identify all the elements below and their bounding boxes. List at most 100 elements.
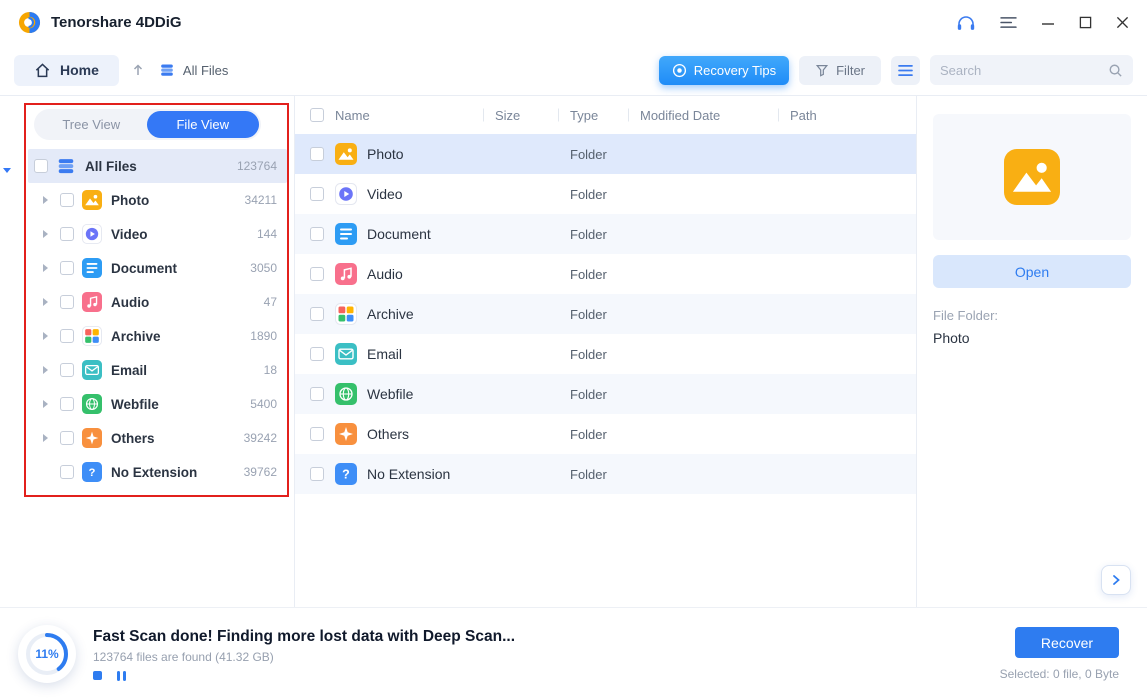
table-row-no-extension[interactable]: ?No ExtensionFolder [295, 454, 916, 494]
sidebar-item-label: Others [111, 431, 155, 446]
expand-caret-icon[interactable] [38, 363, 52, 377]
photo-icon [335, 143, 367, 165]
support-headset-icon[interactable] [956, 14, 976, 32]
expand-caret-icon[interactable] [38, 329, 52, 343]
checkbox[interactable] [310, 467, 324, 481]
menu-icon[interactable] [1000, 16, 1017, 29]
table-row-email[interactable]: EmailFolder [295, 334, 916, 374]
checkbox[interactable] [310, 347, 324, 361]
tree-expand-caret-icon[interactable] [3, 168, 11, 173]
checkbox[interactable] [60, 431, 74, 445]
checkbox[interactable] [60, 397, 74, 411]
main-content: Tree View File View All Files123764Photo… [0, 95, 1147, 608]
sidebar-item-all-files[interactable]: All Files123764 [28, 149, 287, 183]
view-tabs: Tree View File View [34, 109, 261, 140]
table-row-archive[interactable]: ArchiveFolder [295, 294, 916, 334]
sidebar-item-webfile[interactable]: Webfile5400 [28, 387, 287, 421]
sidebar-item-photo[interactable]: Photo34211 [28, 183, 287, 217]
preview-card [933, 114, 1131, 240]
status-bar: 11% Fast Scan done! Finding more lost da… [0, 608, 1147, 700]
checkbox[interactable] [34, 159, 48, 173]
tab-tree-view[interactable]: Tree View [36, 111, 148, 138]
table-row-video[interactable]: VideoFolder [295, 174, 916, 214]
checkbox[interactable] [310, 267, 324, 281]
sidebar-item-document[interactable]: Document3050 [28, 251, 287, 285]
filter-button[interactable]: Filter [799, 56, 881, 85]
checkbox[interactable] [60, 295, 74, 309]
row-name: Audio [367, 266, 495, 282]
checkbox[interactable] [310, 147, 324, 161]
breadcrumb[interactable]: All Files [159, 62, 229, 78]
sidebar-item-others[interactable]: Others39242 [28, 421, 287, 455]
table-row-photo[interactable]: PhotoFolder [295, 134, 916, 174]
recovery-tips-button[interactable]: Recovery Tips [659, 56, 789, 85]
checkbox[interactable] [310, 307, 324, 321]
checkbox[interactable] [60, 363, 74, 377]
list-view-toggle-button[interactable] [891, 56, 920, 85]
search-icon[interactable] [1108, 63, 1123, 78]
checkbox[interactable] [310, 227, 324, 241]
expand-caret-icon[interactable] [38, 397, 52, 411]
row-type: Folder [570, 267, 640, 282]
eye-icon [672, 63, 687, 78]
list-view-icon [898, 64, 913, 77]
file-info-label: File Folder: [933, 308, 998, 323]
email-icon [82, 360, 102, 380]
sidebar-item-count: 34211 [245, 193, 277, 207]
expand-caret-icon[interactable] [38, 261, 52, 275]
checkbox[interactable] [60, 193, 74, 207]
filter-funnel-icon [815, 63, 829, 77]
file-info: File Folder: Photo [933, 308, 998, 346]
checkbox[interactable] [60, 465, 74, 479]
checkbox[interactable] [60, 227, 74, 241]
tab-file-view[interactable]: File View [147, 111, 259, 138]
expand-caret-icon[interactable] [38, 227, 52, 241]
audio-icon [82, 292, 102, 312]
preview-panel: Open File Folder: Photo [916, 96, 1147, 608]
home-button-label: Home [60, 62, 99, 78]
expand-caret-icon[interactable] [38, 295, 52, 309]
open-button[interactable]: Open [933, 255, 1131, 288]
checkbox[interactable] [60, 329, 74, 343]
sidebar-item-count: 3050 [250, 261, 277, 275]
column-header-name[interactable]: Name [335, 108, 495, 123]
close-button[interactable] [1116, 16, 1129, 29]
column-header-type[interactable]: Type [570, 108, 640, 123]
recover-button[interactable]: Recover [1015, 627, 1119, 658]
svg-text:?: ? [342, 468, 350, 482]
up-level-icon[interactable] [131, 63, 145, 77]
sidebar: Tree View File View All Files123764Photo… [0, 96, 295, 608]
next-page-button[interactable] [1101, 565, 1131, 595]
expand-caret-icon[interactable] [38, 431, 52, 445]
home-button[interactable]: Home [14, 55, 119, 86]
checkbox[interactable] [310, 427, 324, 441]
table-row-others[interactable]: OthersFolder [295, 414, 916, 454]
sidebar-item-video[interactable]: Video144 [28, 217, 287, 251]
archive-icon [82, 326, 102, 346]
sidebar-item-no-extension[interactable]: ?No Extension39762 [28, 455, 287, 489]
email-icon [335, 343, 367, 365]
video-icon [335, 183, 367, 205]
sidebar-item-count: 144 [257, 227, 277, 241]
row-name: Archive [367, 306, 495, 322]
expand-caret-icon[interactable] [38, 193, 52, 207]
checkbox[interactable] [60, 261, 74, 275]
minimize-button[interactable] [1041, 16, 1055, 30]
table-row-document[interactable]: DocumentFolder [295, 214, 916, 254]
table-row-audio[interactable]: Audio Folder [295, 254, 916, 294]
maximize-button[interactable] [1079, 16, 1092, 29]
row-name: Photo [367, 146, 495, 162]
checkbox[interactable] [310, 187, 324, 201]
row-checkbox-cell [295, 227, 335, 241]
column-header-modified-date[interactable]: Modified Date [640, 108, 790, 123]
sidebar-item-email[interactable]: Email18 [28, 353, 287, 387]
sidebar-item-archive[interactable]: Archive1890 [28, 319, 287, 353]
pause-scan-icon[interactable] [117, 671, 126, 681]
select-all-checkbox[interactable] [310, 108, 324, 122]
search-input[interactable] [940, 63, 1108, 78]
sidebar-item-audio[interactable]: Audio47 [28, 285, 287, 319]
column-header-path[interactable]: Path [790, 108, 916, 123]
checkbox[interactable] [310, 387, 324, 401]
table-row-webfile[interactable]: WebfileFolder [295, 374, 916, 414]
stop-scan-icon[interactable] [93, 671, 102, 680]
